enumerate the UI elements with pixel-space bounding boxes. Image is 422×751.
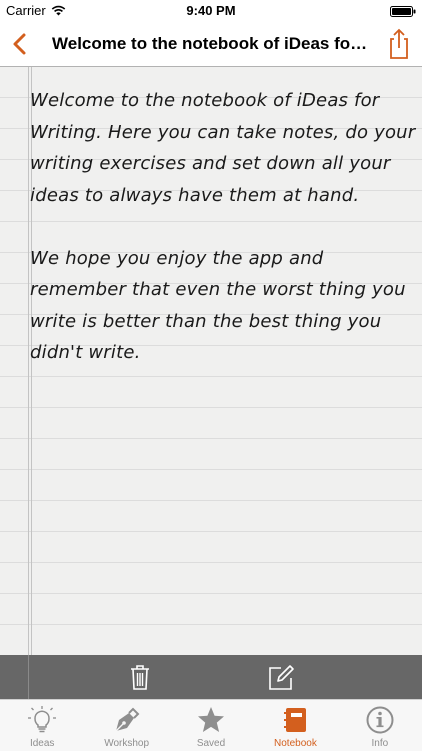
delete-button[interactable] [126,662,154,692]
battery-icon [390,6,416,17]
compose-button[interactable] [266,662,296,692]
status-time: 9:40 PM [186,3,236,18]
status-bar: Carrier 9:40 PM [0,0,422,22]
back-button[interactable] [6,28,36,60]
tab-bar: Ideas Workshop Saved Notebook Info [0,699,422,751]
note-paragraph-2: We hope you enjoy the app and remember t… [30,247,406,364]
notebook-page[interactable]: Welcome to the notebook of iDeas for Wri… [0,67,422,655]
navigation-bar: Welcome to the notebook of iDeas for Wri… [0,22,422,67]
action-toolbar [0,655,422,699]
tab-label: Ideas [29,738,55,749]
lightbulb-icon [28,706,57,733]
share-icon [390,28,408,59]
tab-saved[interactable]: Saved [169,700,253,751]
trash-icon [131,665,149,690]
chevron-left-icon [13,33,26,55]
tab-label: Info [371,738,389,749]
pen-nib-icon [115,707,140,732]
tab-label: Notebook [274,738,317,749]
page-title: Welcome to the notebook of iDeas for Wri… [52,34,370,53]
margin-line [28,655,29,699]
tab-ideas[interactable]: Ideas [0,700,84,751]
tab-label: Saved [196,738,226,749]
note-text[interactable]: Welcome to the notebook of iDeas for Wri… [30,85,418,400]
tab-workshop[interactable]: Workshop [84,700,168,751]
info-icon [366,706,394,734]
tab-info[interactable]: Info [338,700,422,751]
tab-notebook[interactable]: Notebook [253,700,337,751]
share-button[interactable] [382,26,416,62]
note-paragraph-1: Welcome to the notebook of iDeas for Wri… [30,90,416,206]
star-icon [198,707,225,732]
notebook-icon [284,708,307,732]
compose-icon [269,665,294,690]
tab-label: Workshop [104,738,150,749]
